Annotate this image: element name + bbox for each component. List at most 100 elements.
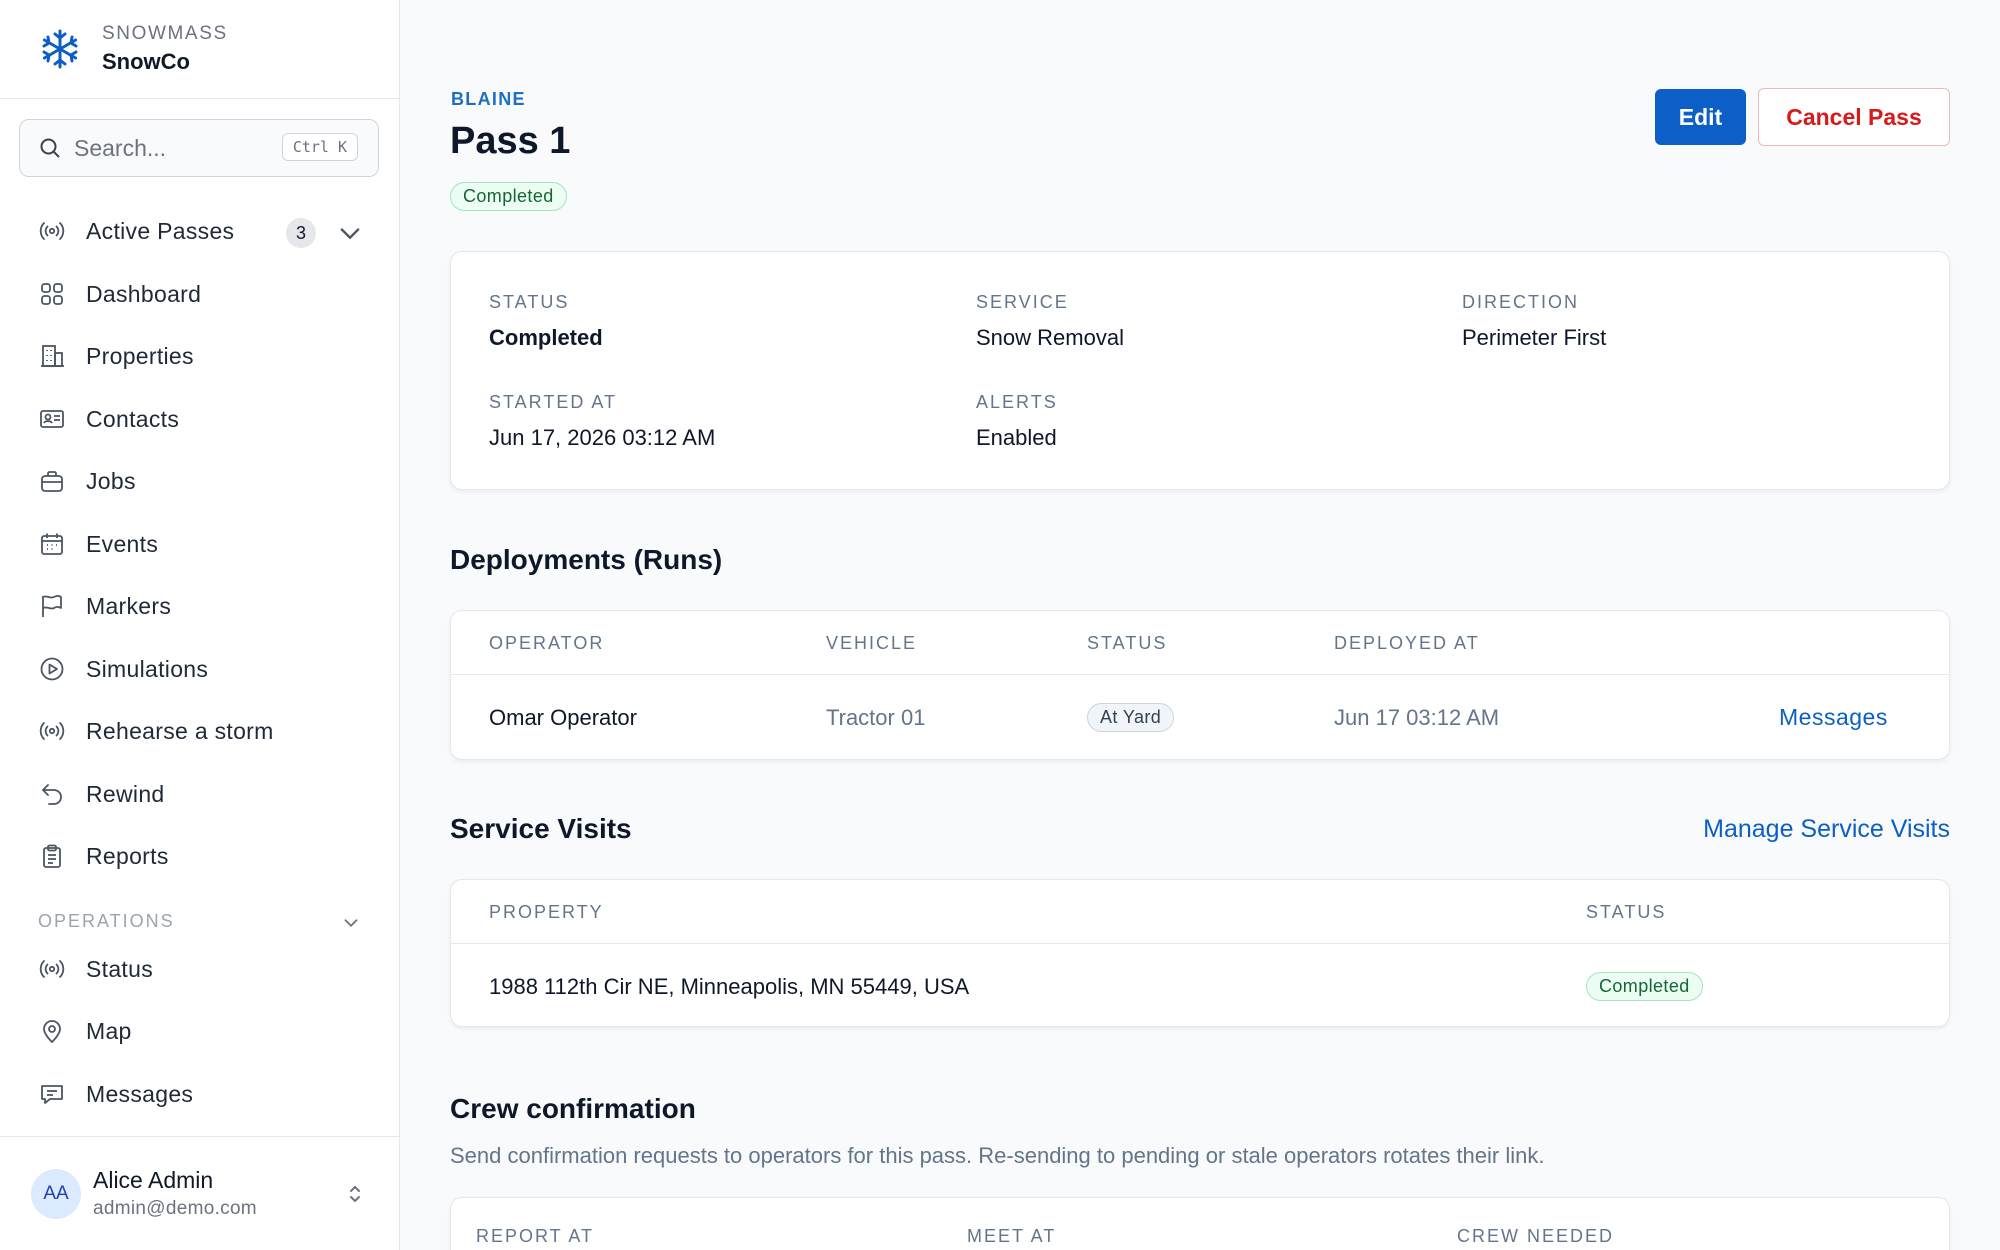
deployments-table: OPERATOR VEHICLE STATUS DEPLOYED AT Omar… <box>450 610 1950 760</box>
sidebar-item-simulations[interactable]: Simulations <box>0 643 400 695</box>
field-label: STARTED AT <box>489 392 618 412</box>
deployed-at-cell: Jun 17 03:12 AM <box>1334 705 1500 730</box>
column-header: VEHICLE <box>826 633 918 653</box>
pass-eyebrow: BLAINE <box>451 89 526 109</box>
sidebar-item-label: Events <box>86 530 159 557</box>
brand[interactable]: SNOWMASS SnowCo <box>0 0 399 99</box>
field-value: Jun 17, 2026 03:12 AM <box>489 425 716 450</box>
sidebar: SNOWMASS SnowCo Ctrl K Active Passes 3 D… <box>0 0 400 1250</box>
sidebar-item-label: Reports <box>86 842 169 869</box>
sidebar-item-label: Contacts <box>86 405 180 432</box>
column-header: STATUS <box>1586 902 1667 922</box>
chat-icon <box>41 1085 63 1104</box>
brand-app-name: SnowCo <box>102 49 190 74</box>
manage-service-visits-link[interactable]: Manage Service Visits <box>1703 815 1950 844</box>
building-icon <box>41 345 64 367</box>
operator-cell: Omar Operator <box>489 705 637 730</box>
field-value: Enabled <box>976 425 1057 450</box>
messages-link[interactable]: Messages <box>1779 704 1888 731</box>
brand-org: SNOWMASS <box>102 23 228 44</box>
search-input[interactable] <box>74 134 284 162</box>
briefcase-icon <box>41 471 63 492</box>
status-badge: Completed <box>1586 972 1703 1001</box>
status-field: STATUS Completed <box>489 292 603 351</box>
sidebar-item-status[interactable]: Status <box>0 943 400 995</box>
flag-icon <box>42 594 62 617</box>
sidebar-item-label: Properties <box>86 342 194 369</box>
play-circle-icon <box>40 657 64 681</box>
chevron-up-down-icon[interactable] <box>344 1181 366 1207</box>
broadcast-icon <box>39 222 65 240</box>
page-title: Pass 1 <box>450 120 571 162</box>
field-value: Completed <box>489 325 603 350</box>
service-visits-table: PROPERTY STATUS 1988 112th Cir NE, Minne… <box>450 879 1950 1027</box>
operations-section-label: OPERATIONS <box>38 911 175 931</box>
sidebar-item-reports[interactable]: Reports <box>0 830 400 882</box>
started-at-field: STARTED AT Jun 17, 2026 03:12 AM <box>489 392 715 451</box>
sidebar-item-markers[interactable]: Markers <box>0 580 400 632</box>
sidebar-item-label: Dashboard <box>86 280 202 307</box>
broadcast-icon <box>39 960 65 978</box>
edit-button[interactable]: Edit <box>1655 89 1746 145</box>
sidebar-item-label: Markers <box>86 592 172 619</box>
field-label: ALERTS <box>976 392 1058 412</box>
service-visits-title: Service Visits <box>450 813 632 844</box>
search-shortcut-hint: Ctrl K <box>281 133 358 161</box>
search-icon <box>40 138 60 158</box>
chevron-down-icon[interactable] <box>340 912 362 934</box>
column-header: REPORT AT <box>476 1226 595 1246</box>
sidebar-item-contacts[interactable]: Contacts <box>0 393 400 445</box>
sidebar-item-rewind[interactable]: Rewind <box>0 768 400 820</box>
table-header: REPORT AT MEET AT CREW NEEDED <box>451 1198 1949 1250</box>
sidebar-item-label: Rehearse a storm <box>86 717 274 744</box>
sidebar-item-jobs[interactable]: Jobs <box>0 455 400 507</box>
sidebar-item-label: Map <box>86 1017 132 1044</box>
sidebar-item-active-passes[interactable]: Active Passes 3 <box>0 205 400 257</box>
field-value: Perimeter First <box>1462 325 1607 350</box>
main-content: BLAINE Pass 1 Completed Edit Cancel Pass… <box>400 0 2000 1250</box>
status-badge: Completed <box>450 182 567 211</box>
column-header: PROPERTY <box>489 902 604 922</box>
user-email: admin@demo.com <box>93 1198 257 1219</box>
calendar-icon <box>41 533 63 555</box>
user-name: Alice Admin <box>93 1167 214 1193</box>
sidebar-item-label: Active Passes <box>86 217 235 244</box>
grid-icon <box>41 283 63 305</box>
active-passes-count-badge: 3 <box>286 218 316 248</box>
direction-field: DIRECTION Perimeter First <box>1462 292 1606 351</box>
map-pin-icon <box>43 1020 61 1044</box>
cancel-pass-button[interactable]: Cancel Pass <box>1758 88 1950 146</box>
property-cell: 1988 112th Cir NE, Minneapolis, MN 55449… <box>489 974 970 999</box>
pass-summary-card: STATUS Completed SERVICE Snow Removal DI… <box>450 251 1950 490</box>
column-header: STATUS <box>1087 633 1168 653</box>
undo-arrow-icon <box>42 784 62 805</box>
broadcast-icon <box>39 722 65 740</box>
sidebar-item-map[interactable]: Map <box>0 1005 400 1057</box>
field-value: Snow Removal <box>976 325 1124 350</box>
clipboard-icon <box>43 844 61 868</box>
status-badge: At Yard <box>1087 703 1175 732</box>
service-field: SERVICE Snow Removal <box>976 292 1124 351</box>
sidebar-item-properties[interactable]: Properties <box>0 330 400 382</box>
field-label: DIRECTION <box>1462 292 1579 312</box>
sidebar-item-messages[interactable]: Messages <box>0 1068 400 1120</box>
deployments-title: Deployments (Runs) <box>450 544 723 575</box>
column-header: DEPLOYED AT <box>1334 633 1480 653</box>
chevron-down-icon[interactable] <box>336 219 364 247</box>
table-header: OPERATOR VEHICLE STATUS DEPLOYED AT <box>451 611 1949 675</box>
user-menu[interactable]: AA Alice Admin admin@demo.com <box>0 1136 400 1250</box>
search-box[interactable]: Ctrl K <box>19 119 379 177</box>
table-header: PROPERTY STATUS <box>451 880 1949 944</box>
sidebar-item-rehearse-a-storm[interactable]: Rehearse a storm <box>0 705 400 757</box>
sidebar-item-label: Simulations <box>86 655 209 682</box>
crew-confirmation-description: Send confirmation requests to operators … <box>450 1143 1545 1168</box>
sidebar-item-label: Rewind <box>86 780 165 807</box>
sidebar-item-label: Messages <box>86 1080 194 1107</box>
field-label: SERVICE <box>976 292 1069 312</box>
field-label: STATUS <box>489 292 570 312</box>
sidebar-item-dashboard[interactable]: Dashboard <box>0 268 400 320</box>
vehicle-cell: Tractor 01 <box>826 705 926 730</box>
column-header: OPERATOR <box>489 633 605 653</box>
sidebar-item-events[interactable]: Events <box>0 518 400 570</box>
crew-confirmation-table: REPORT AT MEET AT CREW NEEDED <box>450 1197 1950 1250</box>
